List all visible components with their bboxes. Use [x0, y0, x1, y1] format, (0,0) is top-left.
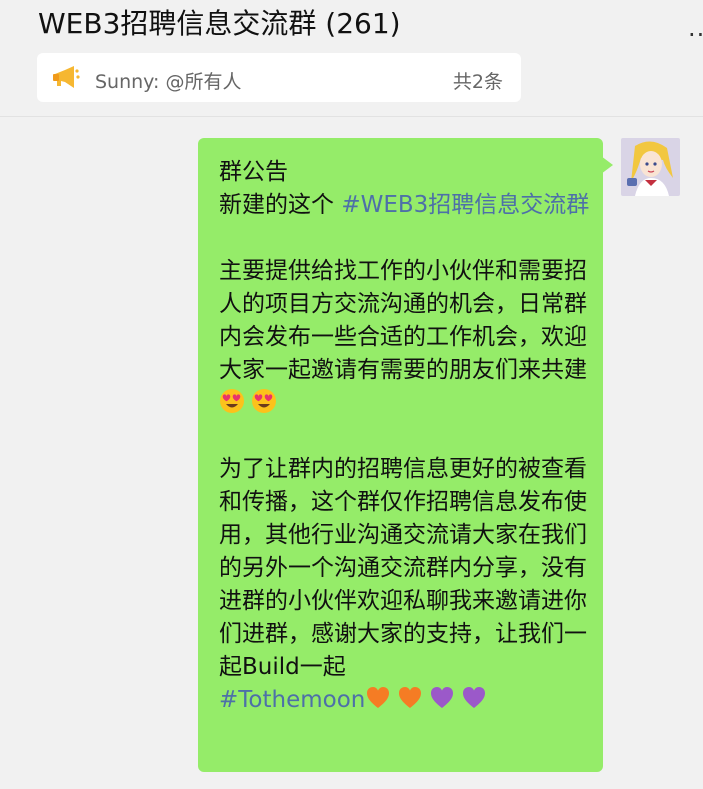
- chat-title[interactable]: WEB3招聘信息交流群 (261): [38, 2, 401, 42]
- intro-prefix: 新建的这个: [219, 192, 342, 218]
- notice-preview-text: Sunny: @所有人: [95, 71, 242, 93]
- heart-eyes-emoji: [220, 389, 244, 413]
- paragraph-rules: 为了让群内的招聘信息更好的被查看和传播，这个群仅作招聘信息发布使用，其他行业沟通…: [219, 453, 591, 684]
- rules-text: 为了让群内的招聘信息更好的被查看和传播，这个群仅作招聘信息发布使用，其他行业沟通…: [219, 456, 587, 680]
- orange-heart-emoji: [399, 687, 422, 708]
- hashtag-link-tothemoon[interactable]: #Tothemoon: [219, 687, 365, 713]
- chat-header: WEB3招聘信息交流群 (261) .. Sunny: @所有人 共2条: [0, 0, 703, 117]
- orange-heart-emoji: [367, 687, 390, 708]
- bubble-tail: [601, 156, 613, 174]
- paragraph-purpose: 主要提供给找工作的小伙伴和需要招人的项目方交流沟通的机会，日常群内会发布一些合适…: [219, 255, 591, 420]
- notice-count: 共2条: [452, 71, 503, 93]
- intro-line: 新建的这个 #WEB3招聘信息交流群: [219, 189, 591, 222]
- more-options-icon[interactable]: ..: [688, 14, 703, 42]
- announcement-heading: 群公告: [219, 159, 288, 185]
- user-avatar[interactable]: [621, 138, 680, 196]
- purple-heart-emoji: [463, 687, 486, 708]
- purple-heart-emoji: [431, 687, 454, 708]
- group-notice-bar[interactable]: Sunny: @所有人 共2条: [37, 53, 521, 102]
- hashtag-link-web3[interactable]: #WEB3招聘信息交流群: [341, 192, 589, 218]
- purpose-text: 主要提供给找工作的小伙伴和需要招人的项目方交流沟通的机会，日常群内会发布一些合适…: [219, 258, 587, 383]
- heart-eyes-emoji: [252, 389, 276, 413]
- megaphone-icon: [53, 66, 80, 88]
- message-text: 群公告 新建的这个 #WEB3招聘信息交流群 主要提供给找工作的小伙伴和需要招人…: [219, 156, 591, 717]
- closing-line: #Tothemoon: [219, 684, 591, 717]
